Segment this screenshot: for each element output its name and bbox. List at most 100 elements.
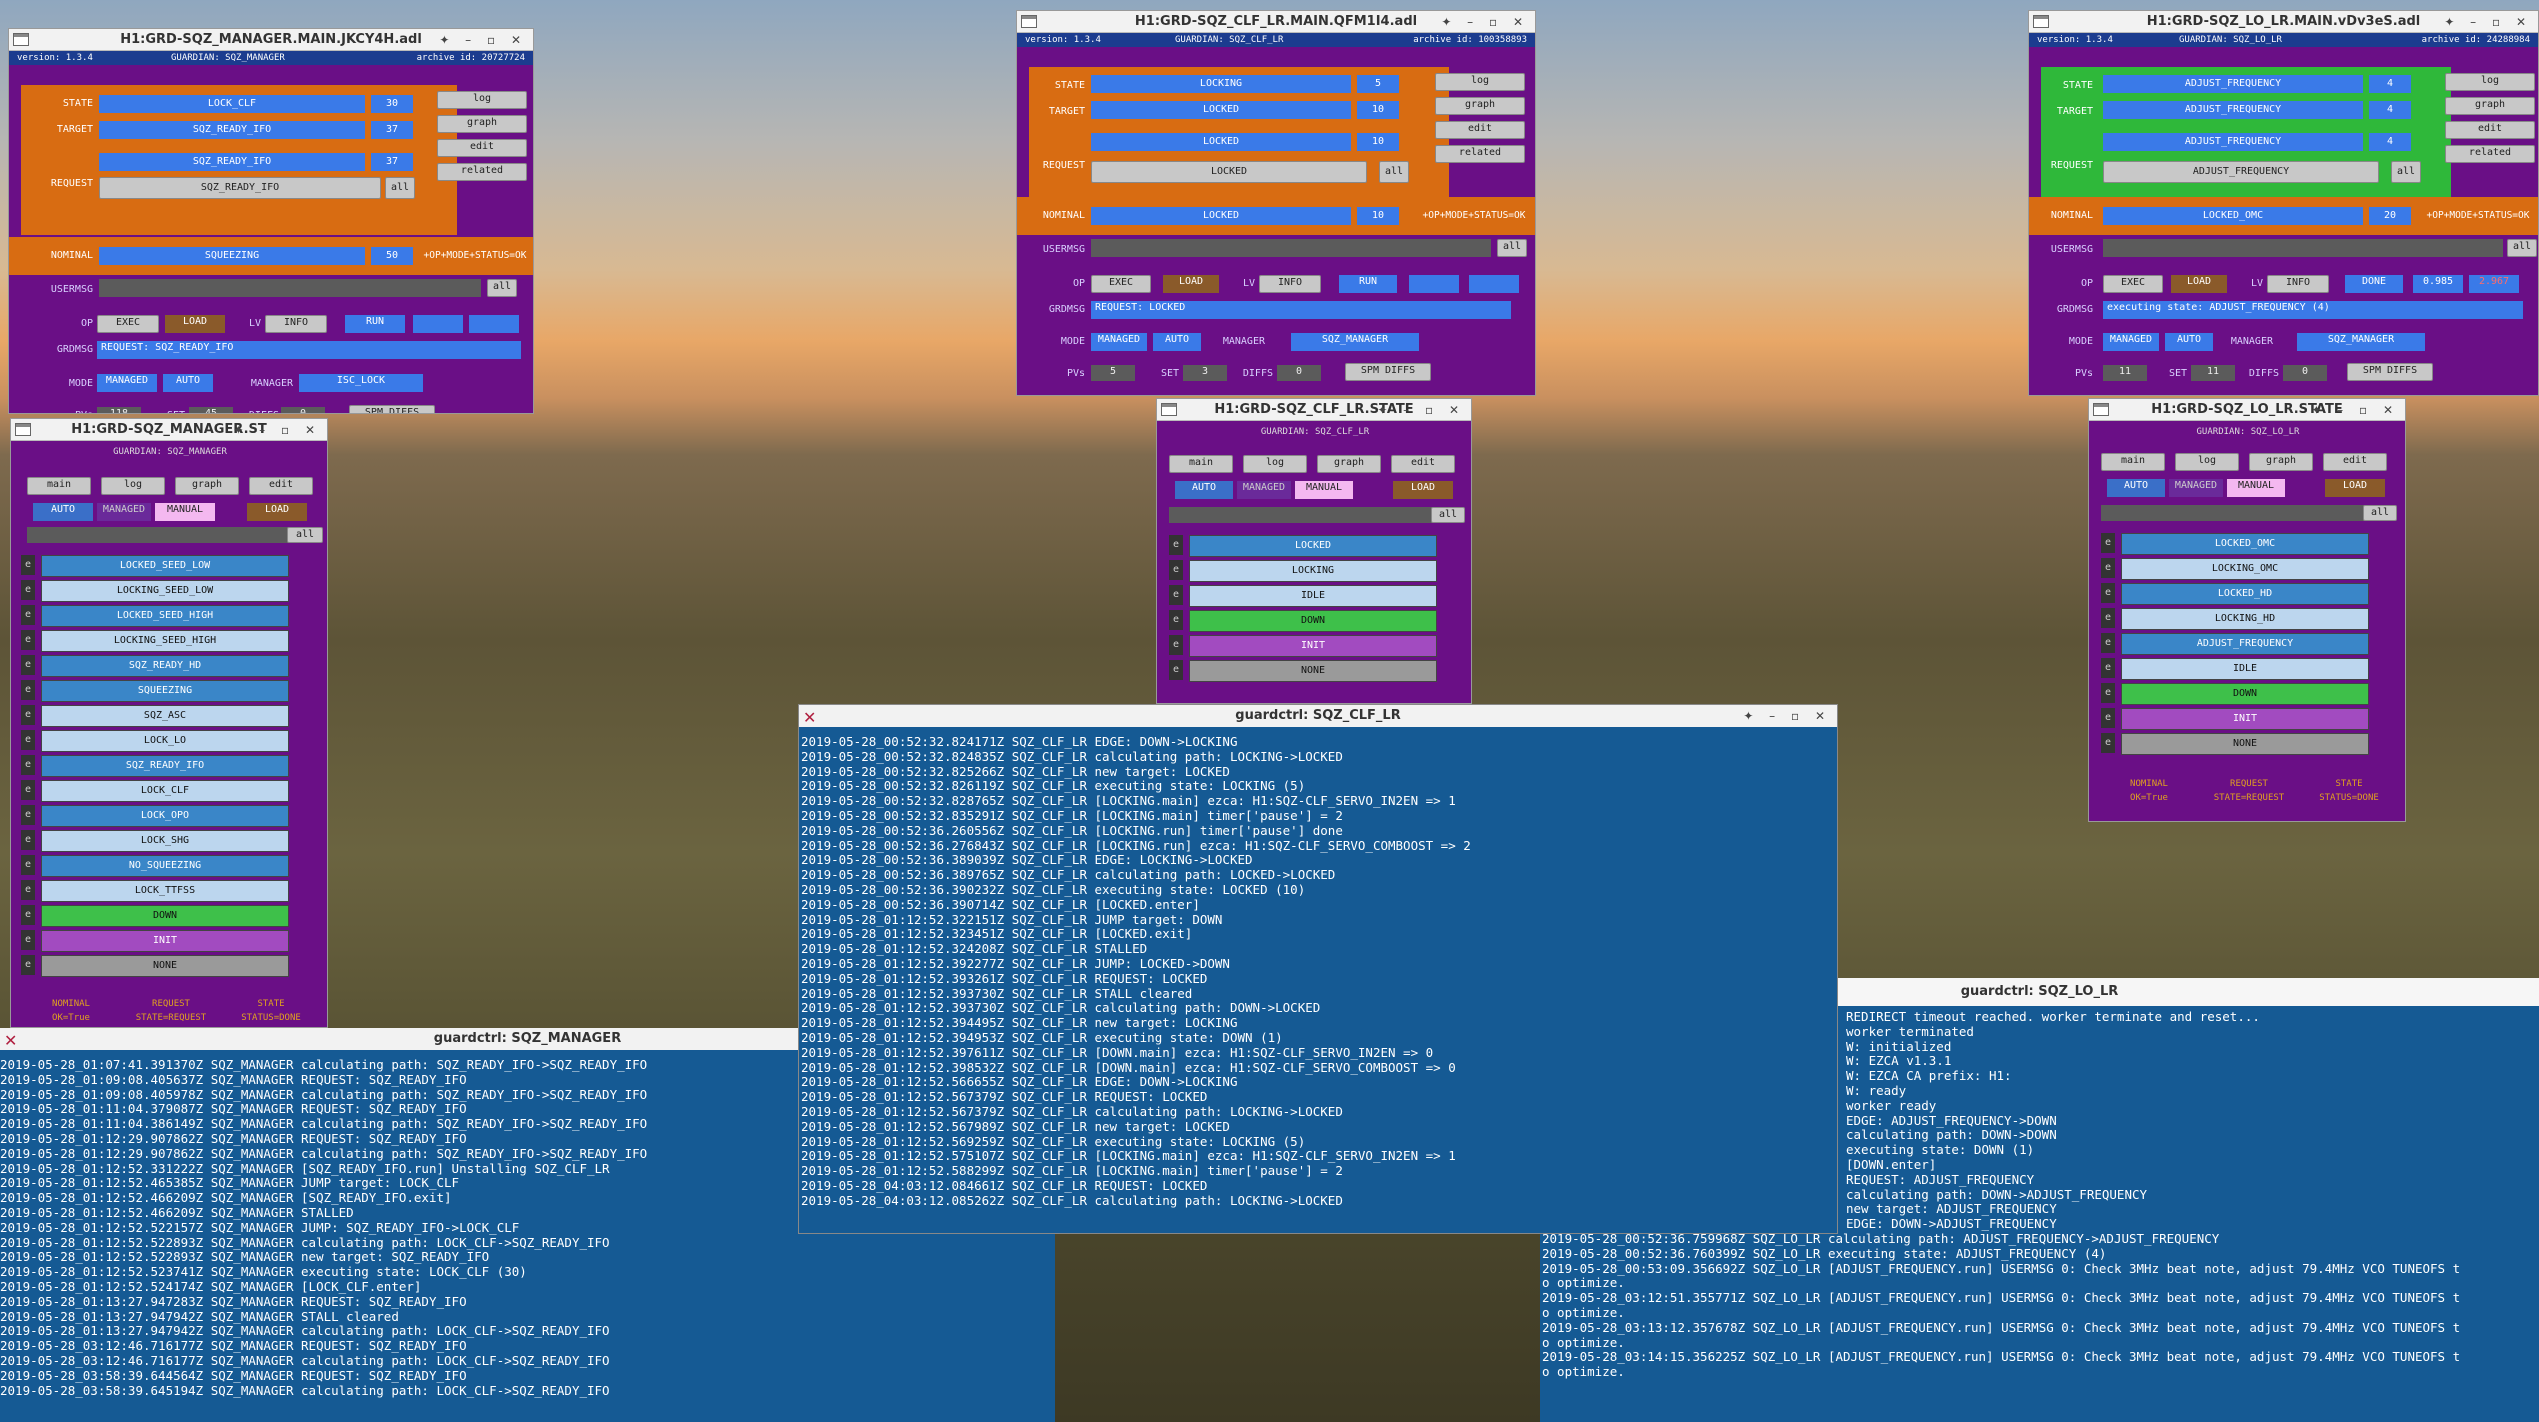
all-button[interactable]: all <box>2391 161 2421 183</box>
state-button[interactable]: NONE <box>2121 733 2369 755</box>
window-controls[interactable]: ✦ – ▫ ✕ <box>1743 705 1831 727</box>
state-edit-button[interactable]: e <box>2101 733 2115 753</box>
all-button[interactable]: all <box>1431 507 1465 523</box>
graph-button[interactable]: graph <box>2445 97 2535 115</box>
state-button[interactable]: LOCKED_HD <box>2121 583 2369 605</box>
manual-button[interactable]: MANUAL <box>155 503 215 521</box>
all-button[interactable]: all <box>2363 505 2397 521</box>
state-button[interactable]: IDLE <box>2121 658 2369 680</box>
window-controls[interactable]: ✦ – ▫ ✕ <box>1377 399 1465 421</box>
load-button[interactable]: LOAD <box>2171 275 2227 293</box>
managed-button[interactable]: MANAGED <box>1237 481 1291 499</box>
request-select[interactable]: LOCKED <box>1091 161 1367 183</box>
title-bar[interactable]: H1:GRD-SQZ_MANAGER.MAIN.JKCY4H.adl ✦ – ▫ … <box>9 29 533 51</box>
state-edit-button[interactable]: e <box>2101 708 2115 728</box>
manual-button[interactable]: MANUAL <box>1295 481 1353 499</box>
op-select[interactable]: EXEC <box>97 315 159 333</box>
all-button[interactable]: all <box>385 177 415 199</box>
window-controls[interactable]: ✦ – ▫ ✕ <box>2444 11 2532 33</box>
window-controls[interactable]: ✦ – ▫ ✕ <box>439 29 527 51</box>
lv-select[interactable]: INFO <box>265 315 327 333</box>
managed-button[interactable]: MANAGED <box>97 503 151 521</box>
state-edit-button[interactable]: e <box>21 780 35 800</box>
usermsg-all-button[interactable]: all <box>487 279 517 297</box>
terminal-sqz-clf[interactable]: ✕ guardctrl: SQZ_CLF_LR ✦ – ▫ ✕ 2019-05-28… <box>798 704 1838 1234</box>
load-button[interactable]: LOAD <box>165 315 225 333</box>
state-edit-button[interactable]: e <box>21 755 35 775</box>
sqz-lo-states-window[interactable]: H1:GRD-SQZ_LO_LR.STATE ✦ – ▫ ✕ GUARDIAN: … <box>2088 398 2406 822</box>
all-button[interactable]: all <box>287 527 323 543</box>
terminal-output-lower[interactable]: 2019-05-28_00:52:36.759968Z SQZ_LO_LR ca… <box>1542 1232 2539 1422</box>
state-edit-button[interactable]: e <box>21 580 35 600</box>
title-bar[interactable]: H1:GRD-SQZ_LO_LR.MAIN.vDv3eS.adl ✦ – ▫ ✕ <box>2029 11 2538 33</box>
auto-button[interactable]: AUTO <box>1175 481 1233 499</box>
window-controls[interactable]: ✦ – ▫ ✕ <box>233 419 321 441</box>
state-button[interactable]: LOCK_TTFSS <box>41 880 289 902</box>
state-edit-button[interactable]: e <box>21 855 35 875</box>
managed-button[interactable]: MANAGED <box>2169 479 2223 497</box>
title-bar[interactable]: H1:GRD-SQZ_CLF_LR.STATE ✦ – ▫ ✕ <box>1157 399 1471 421</box>
state-edit-button[interactable]: e <box>1169 610 1183 630</box>
state-edit-button[interactable]: e <box>21 630 35 650</box>
state-button[interactable]: IDLE <box>1189 585 1437 607</box>
window-controls[interactable]: ✦ – ▫ ✕ <box>1441 11 1529 33</box>
title-bar[interactable]: H1:GRD-SQZ_MANAGER.ST ✦ – ▫ ✕ <box>11 419 327 441</box>
edit-button[interactable]: edit <box>249 477 313 495</box>
graph-button[interactable]: graph <box>2249 453 2313 471</box>
related-button[interactable]: related <box>2445 145 2535 163</box>
graph-button[interactable]: graph <box>1435 97 1525 115</box>
terminal-title-bar[interactable]: ✕ guardctrl: SQZ_CLF_LR ✦ – ▫ ✕ <box>799 705 1837 727</box>
terminal-output[interactable]: 2019-05-28_00:52:32.824171Z SQZ_CLF_LR E… <box>801 735 1837 1231</box>
state-edit-button[interactable]: e <box>1169 585 1183 605</box>
state-button[interactable]: LOCKED_OMC <box>2121 533 2369 555</box>
state-button[interactable]: SQZ_READY_HD <box>41 655 289 677</box>
spm-diffs-button[interactable]: SPM DIFFS <box>349 405 435 413</box>
state-edit-button[interactable]: e <box>1169 635 1183 655</box>
log-button[interactable]: log <box>437 91 527 109</box>
state-edit-button[interactable]: e <box>2101 633 2115 653</box>
state-edit-button[interactable]: e <box>21 730 35 750</box>
usermsg-all-button[interactable]: all <box>2507 239 2537 257</box>
sqz-manager-main-window[interactable]: H1:GRD-SQZ_MANAGER.MAIN.JKCY4H.adl ✦ – ▫ … <box>8 28 534 414</box>
state-button[interactable]: LOCKED_SEED_LOW <box>41 555 289 577</box>
log-button[interactable]: log <box>1435 73 1525 91</box>
usermsg-all-button[interactable]: all <box>1497 239 1527 257</box>
state-edit-button[interactable]: e <box>21 955 35 975</box>
sqz-lo-main-window[interactable]: H1:GRD-SQZ_LO_LR.MAIN.vDv3eS.adl ✦ – ▫ ✕ … <box>2028 10 2539 396</box>
related-button[interactable]: related <box>437 163 527 181</box>
state-button[interactable]: LOCKED_SEED_HIGH <box>41 605 289 627</box>
state-edit-button[interactable]: e <box>21 680 35 700</box>
main-button[interactable]: main <box>1169 455 1233 473</box>
auto-button[interactable]: AUTO <box>2107 479 2165 497</box>
lv-select[interactable]: INFO <box>1259 275 1321 293</box>
request-select[interactable]: ADJUST_FREQUENCY <box>2103 161 2379 183</box>
load-button[interactable]: LOAD <box>1163 275 1219 293</box>
state-button[interactable]: SQZ_READY_IFO <box>41 755 289 777</box>
state-button[interactable]: LOCK_CLF <box>41 780 289 802</box>
state-edit-button[interactable]: e <box>2101 608 2115 628</box>
state-edit-button[interactable]: e <box>21 830 35 850</box>
state-button[interactable]: SQZ_ASC <box>41 705 289 727</box>
auto-button[interactable]: AUTO <box>33 503 93 521</box>
state-edit-button[interactable]: e <box>1169 560 1183 580</box>
spm-diffs-button[interactable]: SPM DIFFS <box>2347 363 2433 381</box>
window-controls[interactable]: ✦ – ▫ ✕ <box>2311 399 2399 421</box>
spm-diffs-button[interactable]: SPM DIFFS <box>1345 363 1431 381</box>
manual-button[interactable]: MANUAL <box>2227 479 2285 497</box>
related-button[interactable]: related <box>1435 145 1525 163</box>
edit-button[interactable]: edit <box>437 139 527 157</box>
state-button[interactable]: NONE <box>41 955 289 977</box>
state-button[interactable]: DOWN <box>2121 683 2369 705</box>
op-select[interactable]: EXEC <box>2103 275 2163 293</box>
request-select[interactable]: SQZ_READY_IFO <box>99 177 381 199</box>
title-bar[interactable]: H1:GRD-SQZ_LO_LR.STATE ✦ – ▫ ✕ <box>2089 399 2405 421</box>
state-button[interactable]: LOCKING_HD <box>2121 608 2369 630</box>
state-button[interactable]: INIT <box>2121 708 2369 730</box>
state-button[interactable]: LOCKING_OMC <box>2121 558 2369 580</box>
state-button[interactable]: DOWN <box>1189 610 1437 632</box>
state-edit-button[interactable]: e <box>1169 660 1183 680</box>
sqz-manager-states-window[interactable]: H1:GRD-SQZ_MANAGER.ST ✦ – ▫ ✕ GUARDIAN: S… <box>10 418 328 1028</box>
sqz-clf-main-window[interactable]: H1:GRD-SQZ_CLF_LR.MAIN.QFM1I4.adl ✦ – ▫ ✕… <box>1016 10 1536 396</box>
state-edit-button[interactable]: e <box>2101 533 2115 553</box>
edit-button[interactable]: edit <box>1435 121 1525 139</box>
